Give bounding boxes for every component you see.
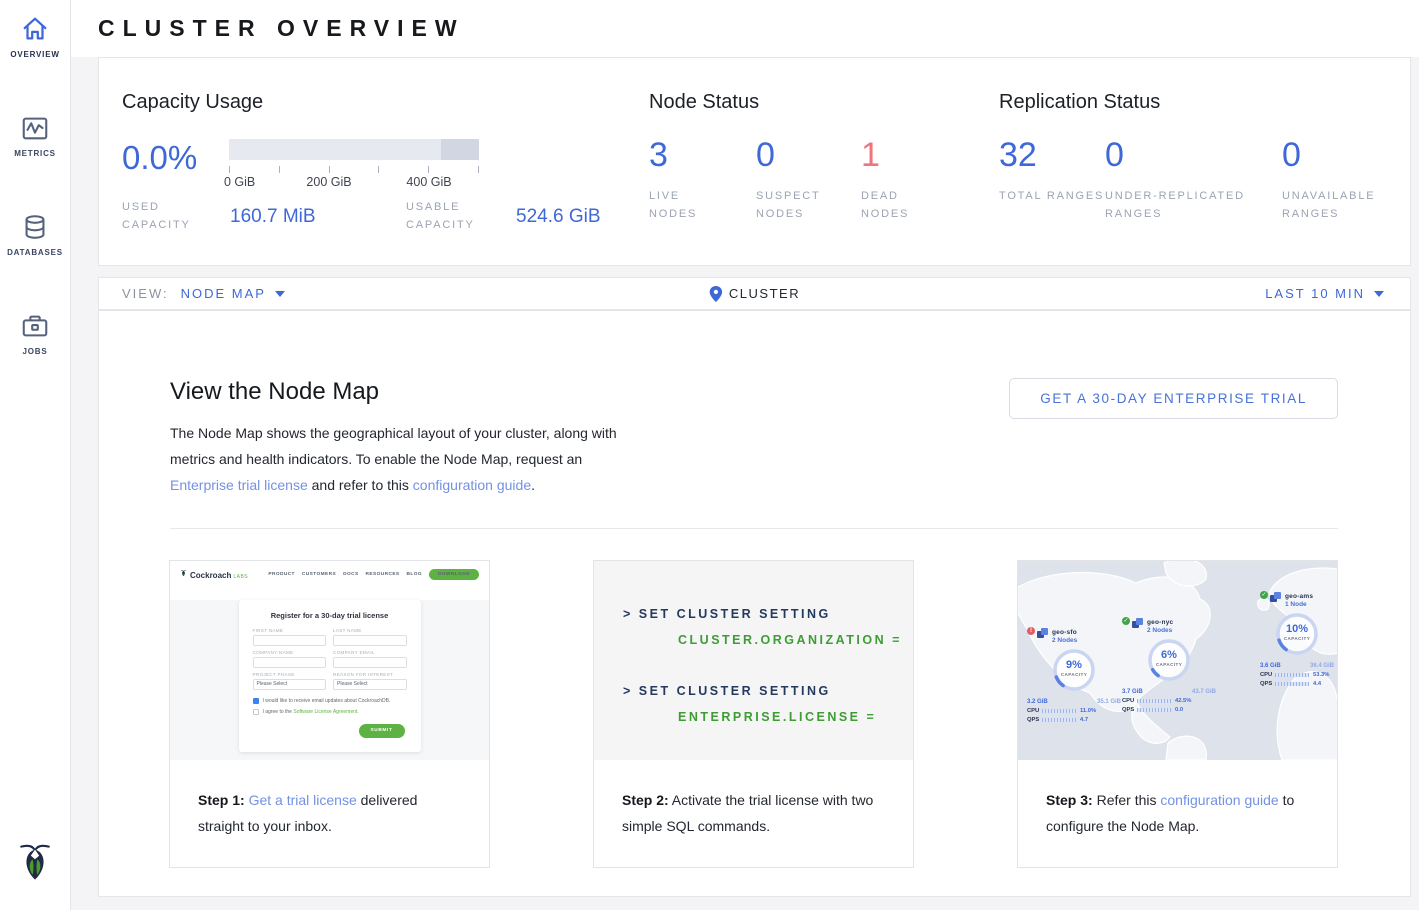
- usable-capacity-label: USABLE CAPACITY: [406, 198, 498, 234]
- node-map-heading: View the Node Map: [170, 378, 632, 406]
- capacity-usage-title: Capacity Usage: [122, 91, 649, 114]
- unavailable-ranges-stat: 0 UNAVAILABLE RANGES: [1282, 136, 1386, 223]
- sidebar-item-label: JOBS: [0, 347, 70, 356]
- node-status-section: Node Status 3 LIVE NODES 0 SUSPECT NODES…: [649, 58, 999, 265]
- time-range-selector[interactable]: LAST 10 MIN: [1265, 286, 1410, 301]
- cpu-bar: [1137, 699, 1171, 703]
- cpu-bar: [1275, 673, 1309, 677]
- qps-bar: [1137, 708, 1171, 712]
- qps-bar: [1275, 682, 1309, 686]
- page-background: [71, 897, 1419, 910]
- capacity-percent: 0.0%: [122, 139, 229, 191]
- capacity-axis-labels: 0 GiB 200 GiB 400 GiB: [229, 175, 479, 191]
- under-replicated-ranges-stat: 0 UNDER-REPLICATED RANGES: [1105, 136, 1282, 223]
- node-cubes-icon: [1269, 591, 1282, 603]
- view-label: VIEW:: [122, 286, 169, 301]
- sidebar-item-databases[interactable]: DATABASES: [0, 198, 70, 267]
- sidebar-item-label: METRICS: [0, 149, 70, 158]
- node-map-intro: View the Node Map The Node Map shows the…: [170, 378, 632, 498]
- home-icon: [20, 14, 50, 44]
- sidebar: OVERVIEW METRICS DATABASES JOBS: [0, 0, 71, 910]
- total-ranges-stat: 32 TOTAL RANGES: [999, 136, 1105, 223]
- sidebar-item-jobs[interactable]: JOBS: [0, 297, 70, 366]
- mini-download-button: DOWNLOAD: [429, 569, 479, 580]
- step-2-card: > SET CLUSTER SETTING CLUSTER.ORGANIZATI…: [593, 560, 914, 868]
- briefcase-icon: [20, 311, 50, 341]
- capacity-usage-section: Capacity Usage 0.0% 0 GiB 200 GiB 400 Gi…: [99, 58, 649, 265]
- node-status-dead-icon: !: [1027, 627, 1035, 635]
- capacity-bar-reserved-segment: [441, 139, 479, 160]
- replication-status-title: Replication Status: [999, 91, 1410, 114]
- used-capacity-label: USED CAPACITY: [122, 198, 212, 234]
- replication-status-section: Replication Status 32 TOTAL RANGES 0 UND…: [999, 58, 1410, 265]
- capacity-bar: 0 GiB 200 GiB 400 GiB: [229, 139, 479, 191]
- map-node-geo-ams: ✓ geo-ams1 Node 10% CAPACITY 3.6 GiB36.4…: [1260, 591, 1334, 687]
- node-map-panel: View the Node Map The Node Map shows the…: [98, 310, 1411, 897]
- configuration-guide-link[interactable]: configuration guide: [1160, 792, 1278, 808]
- step-3-caption: Step 3: Refer this configuration guide t…: [1018, 760, 1337, 839]
- map-node-geo-nyc: ✓ geo-nyc2 Nodes 6% CAPACITY 3.7 GiB43.7…: [1122, 617, 1216, 713]
- step-1-caption: Step 1: Get a trial license delivered st…: [170, 760, 489, 839]
- node-map-description: The Node Map shows the geographical layo…: [170, 420, 632, 498]
- sidebar-item-label: OVERVIEW: [0, 50, 70, 59]
- node-map-preview: ! geo-sfo2 Nodes 9% CAPACITY 3.2 GiB35.1…: [1018, 561, 1337, 760]
- dead-nodes-stat: 1 DEAD NODES: [861, 136, 935, 223]
- node-cubes-icon: [1131, 617, 1144, 629]
- node-cubes-icon: [1036, 627, 1049, 639]
- usable-capacity-value: 524.6 GiB: [516, 206, 626, 228]
- suspect-nodes-stat: 0 SUSPECT NODES: [756, 136, 861, 223]
- node-status-live-icon: ✓: [1260, 591, 1268, 599]
- page-title: CLUSTER OVERVIEW: [71, 0, 1419, 57]
- step-1-card: CockroachLABS PRODUCT CUSTOMERS DOCS RES…: [169, 560, 490, 868]
- get-trial-license-link[interactable]: Get a trial license: [249, 792, 357, 808]
- scope-breadcrumb[interactable]: CLUSTER: [709, 286, 800, 302]
- mini-checkbox-checked: [253, 698, 259, 704]
- map-pin-icon: [709, 286, 722, 302]
- cpu-bar: [1042, 709, 1076, 713]
- step-3-card: ! geo-sfo2 Nodes 9% CAPACITY 3.2 GiB35.1…: [1017, 560, 1338, 868]
- step-2-caption: Step 2: Activate the trial license with …: [594, 760, 913, 839]
- cluster-summary-panel: Capacity Usage 0.0% 0 GiB 200 GiB 400 Gi…: [98, 57, 1411, 266]
- enterprise-trial-button[interactable]: GET A 30-DAY ENTERPRISE TRIAL: [1009, 378, 1338, 419]
- qps-bar: [1042, 718, 1076, 722]
- scope-label: CLUSTER: [729, 286, 800, 301]
- enterprise-trial-license-link[interactable]: Enterprise trial license: [170, 477, 308, 493]
- node-status-live-icon: ✓: [1122, 617, 1130, 625]
- page-header: CLUSTER OVERVIEW: [71, 0, 1419, 57]
- cockroachdb-logo: [0, 841, 70, 892]
- view-bar: VIEW: NODE MAP CLUSTER LAST 10 MIN: [98, 277, 1411, 310]
- used-capacity-value: 160.7 MiB: [230, 206, 340, 228]
- trial-license-site-screenshot: CockroachLABS PRODUCT CUSTOMERS DOCS RES…: [170, 561, 489, 760]
- sidebar-item-label: DATABASES: [0, 248, 70, 257]
- mini-checkbox-unchecked: [253, 709, 259, 715]
- live-nodes-stat: 3 LIVE NODES: [649, 136, 756, 223]
- node-status-title: Node Status: [649, 91, 999, 114]
- metrics-icon: [20, 113, 50, 143]
- cockroach-labs-mini-logo: CockroachLABS: [180, 569, 248, 580]
- database-icon: [20, 212, 50, 242]
- configuration-guide-link[interactable]: configuration guide: [413, 477, 531, 493]
- sidebar-item-metrics[interactable]: METRICS: [0, 99, 70, 168]
- capacity-axis-ticks: [229, 166, 479, 173]
- cockroach-icon: [14, 841, 56, 887]
- view-selector[interactable]: NODE MAP: [181, 286, 285, 301]
- mini-site-nav: PRODUCT CUSTOMERS DOCS RESOURCES BLOG DO…: [268, 569, 479, 580]
- map-node-geo-sfo: ! geo-sfo2 Nodes 9% CAPACITY 3.2 GiB35.1…: [1027, 627, 1121, 723]
- sidebar-item-overview[interactable]: OVERVIEW: [0, 0, 70, 69]
- sql-commands-illustration: > SET CLUSTER SETTING CLUSTER.ORGANIZATI…: [594, 561, 913, 760]
- trial-registration-form: Register for a 30-day trial license FIRS…: [239, 600, 421, 752]
- chevron-down-icon: [275, 291, 285, 297]
- mini-submit-button: SUBMIT: [359, 724, 405, 738]
- chevron-down-icon: [1374, 291, 1384, 297]
